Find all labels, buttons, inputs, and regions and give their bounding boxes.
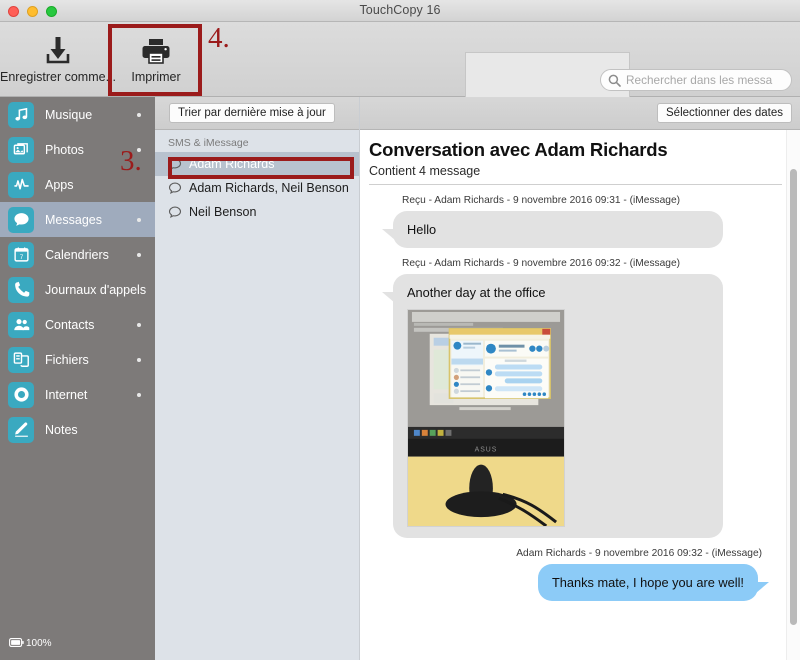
sidebar-item-notes[interactable]: Notes [0, 412, 155, 447]
battery-status: 100% [9, 634, 52, 652]
conversation-title: Conversation avec Adam Richards [369, 139, 668, 160]
svg-text:7: 7 [19, 254, 23, 261]
message-2: Reçu - Adam Richards - 9 novembre 2016 0… [369, 258, 782, 538]
message-text: Thanks mate, I hope you are well! [551, 575, 744, 590]
apps-icon [8, 171, 34, 198]
search-input[interactable] [626, 73, 791, 87]
attached-photo-graphic: ASUS [408, 310, 564, 526]
thread-panel: Sélectionner des dates Conversation avec… [360, 97, 800, 660]
sidebar-item-musique[interactable]: Musique [0, 97, 155, 132]
print-label: Imprimer [131, 70, 181, 84]
window-title: TouchCopy 16 [359, 3, 441, 17]
main-sidebar: Musique Photos Apps Messages 7 Calendriers Jou… [0, 97, 155, 660]
conversation-name: Neil Benson [189, 205, 257, 219]
sidebar-item-indicator-dot [137, 112, 141, 117]
svg-text:ASUS: ASUS [475, 447, 498, 454]
printer-icon [141, 34, 171, 68]
select-dates-button[interactable]: Sélectionner des dates [657, 103, 792, 123]
sidebar-item-indicator-dot [137, 392, 141, 397]
sidebar-item-label: Calendriers [45, 247, 109, 262]
conversation-bubble-icon [168, 181, 182, 195]
main-toolbar: Enregistrer comme... Imprimer [0, 22, 800, 108]
sidebar-item-indicator-dot [137, 252, 141, 257]
conversation-neil-benson[interactable]: Neil Benson [155, 200, 359, 224]
save-as-button[interactable]: Enregistrer comme... [0, 28, 117, 92]
sidebar-item-journaux-d-appels[interactable]: Journaux d'appels [0, 272, 155, 307]
conversation-adam-richards-neil-benson[interactable]: Adam Richards, Neil Benson [155, 176, 359, 200]
message-text: Hello [407, 222, 437, 237]
sidebar-item-label: Journaux d'appels [45, 282, 147, 297]
photos-icon [8, 136, 34, 163]
pencil-icon [8, 416, 34, 443]
sidebar-item-label: Messages [45, 212, 102, 227]
touchcopy-window: TouchCopy 16 Enregistrer comme... Imprim… [0, 0, 800, 660]
thread-toolbar: Sélectionner des dates [360, 97, 800, 130]
contacts-icon [8, 311, 34, 338]
sidebar-item-calendriers[interactable]: 7 Calendriers [0, 237, 155, 272]
sidebar-item-label: Notes [45, 422, 78, 437]
safari-icon [8, 381, 34, 408]
sidebar-item-label: Apps [45, 177, 74, 192]
message-bubble: Thanks mate, I hope you are well! [537, 564, 770, 601]
sidebar-item-contacts[interactable]: Contacts [0, 307, 155, 342]
sidebar-item-apps[interactable]: Apps [0, 167, 155, 202]
battery-percent: 100% [26, 637, 52, 649]
sidebar-item-indicator-dot [137, 322, 141, 327]
conversation-list-toolbar: Trier par dernière mise à jour [155, 97, 359, 130]
sidebar-item-indicator-dot [137, 217, 141, 222]
conversation-bubble-icon [168, 157, 182, 171]
message-metadata: Reçu - Adam Richards - 9 novembre 2016 0… [402, 195, 681, 206]
search-field[interactable] [600, 69, 792, 91]
chat-bubble-icon [8, 206, 34, 233]
window-titlebar: TouchCopy 16 [0, 0, 800, 22]
sidebar-item-fichiers[interactable]: Fichiers [0, 342, 155, 377]
sidebar-item-photos[interactable]: Photos [0, 132, 155, 167]
sidebar-item-label: Internet [45, 387, 88, 402]
sidebar-item-label: Musique [45, 107, 93, 122]
conversation-name: Adam Richards, Neil Benson [189, 181, 349, 195]
message-metadata: Reçu - Adam Richards - 9 novembre 2016 0… [402, 258, 681, 269]
search-icon [608, 74, 621, 87]
conversation-subtitle: Contient 4 message [369, 164, 782, 185]
sort-by-last-update-button[interactable]: Trier par dernière mise à jour [169, 103, 335, 123]
sidebar-item-internet[interactable]: Internet [0, 377, 155, 412]
print-button[interactable]: Imprimer [112, 28, 200, 92]
sidebar-item-label: Contacts [45, 317, 95, 332]
message-metadata: Adam Richards - 9 novembre 2016 09:32 - … [516, 548, 762, 559]
sidebar-item-label: Photos [45, 142, 84, 157]
thread-message-area: Conversation avec Adam Richards Contient… [360, 130, 800, 660]
message-bubble: Hello [382, 211, 723, 248]
message-bubble: Another day at the office ASUS [382, 274, 723, 538]
sidebar-item-indicator-dot [137, 357, 141, 362]
sidebar-item-label: Fichiers [45, 352, 89, 367]
calendar-icon: 7 [8, 241, 34, 268]
music-note-icon [8, 101, 34, 128]
conversation-list-panel: Trier par dernière mise à jour SMS & iMe… [155, 97, 360, 660]
download-icon [44, 34, 72, 68]
phone-icon [8, 276, 34, 303]
message-attached-photo[interactable]: ASUS [407, 309, 565, 527]
message-3: Adam Richards - 9 novembre 2016 09:32 - … [369, 548, 782, 601]
battery-icon [9, 634, 24, 652]
save-as-label: Enregistrer comme... [0, 70, 117, 84]
message-text: Another day at the office [407, 285, 546, 300]
files-icon [8, 346, 34, 373]
message-1: Reçu - Adam Richards - 9 novembre 2016 0… [369, 195, 782, 248]
conversation-bubble-icon [168, 205, 182, 219]
conversation-name: Adam Richards [189, 157, 275, 171]
conversation-adam-richards[interactable]: Adam Richards [155, 152, 359, 176]
sidebar-item-indicator-dot [137, 147, 141, 152]
conversation-group-title: SMS & iMessage [168, 137, 249, 149]
sidebar-item-messages[interactable]: Messages [0, 202, 155, 237]
